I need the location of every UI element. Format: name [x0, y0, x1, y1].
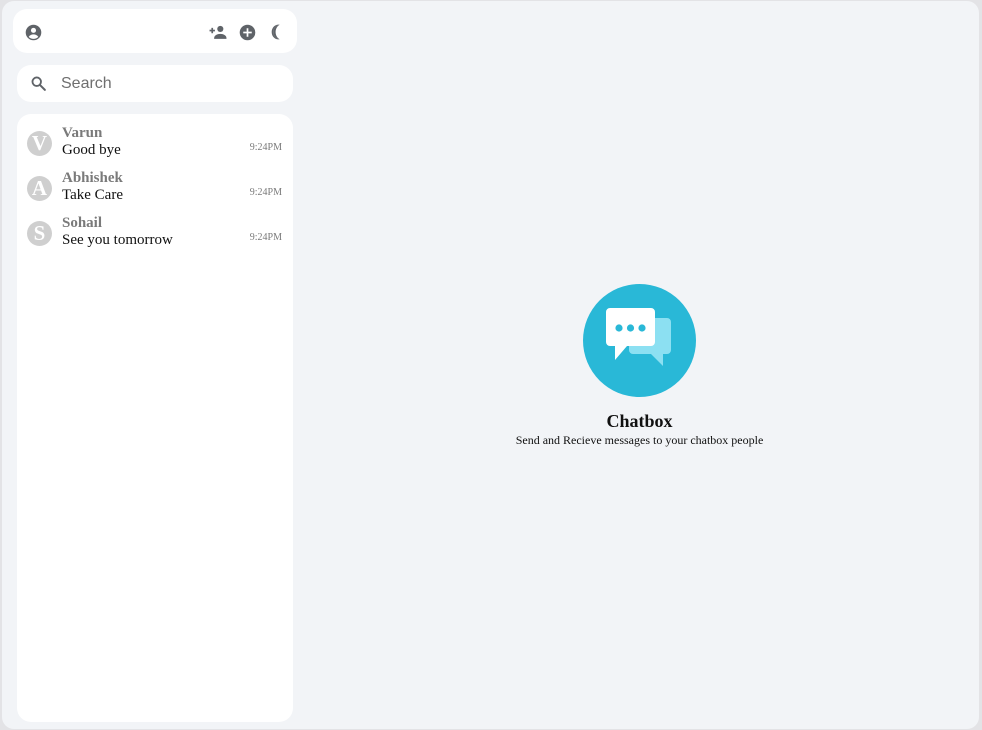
search-icon: [30, 75, 48, 93]
account-circle-icon[interactable]: [23, 22, 43, 42]
welcome-title: Chatbox: [606, 411, 673, 431]
chat-list-item-abhishek[interactable]: A Abhishek Take Care 9:24PM: [17, 167, 293, 211]
chat-bubbles-icon: [583, 284, 696, 397]
search-input[interactable]: [61, 71, 281, 97]
chat-list-item-varun[interactable]: V Varun Good bye 9:24PM: [17, 122, 293, 166]
welcome-subtitle: Send and Recieve messages to your chatbo…: [515, 433, 764, 447]
message-time: 9:24PM: [249, 187, 282, 198]
sidebar-header: [13, 9, 297, 53]
app-window: V Varun Good bye 9:24PM A Abhishek Take …: [2, 1, 979, 729]
contact-name: Abhishek: [62, 170, 123, 186]
welcome-panel: Chatbox Send and Recieve messages to you…: [482, 284, 797, 448]
contact-name: Sohail: [62, 215, 103, 231]
chat-list-item-sohail[interactable]: S Sohail See you tomorrow 9:24PM: [17, 212, 293, 256]
last-message: Good bye: [62, 142, 121, 158]
avatar: S: [27, 221, 52, 246]
last-message: Take Care: [62, 187, 123, 203]
message-time: 9:24PM: [249, 142, 282, 153]
search-bar: [17, 65, 293, 102]
message-time: 9:24PM: [249, 232, 282, 243]
avatar: V: [27, 131, 52, 156]
chat-list: V Varun Good bye 9:24PM A Abhishek Take …: [17, 114, 293, 722]
contact-name: Varun: [62, 125, 103, 141]
last-message: See you tomorrow: [62, 232, 173, 248]
dark-mode-moon-icon[interactable]: [267, 22, 287, 42]
avatar: A: [27, 176, 52, 201]
add-person-icon[interactable]: [208, 22, 228, 42]
add-circle-icon[interactable]: [237, 22, 257, 42]
